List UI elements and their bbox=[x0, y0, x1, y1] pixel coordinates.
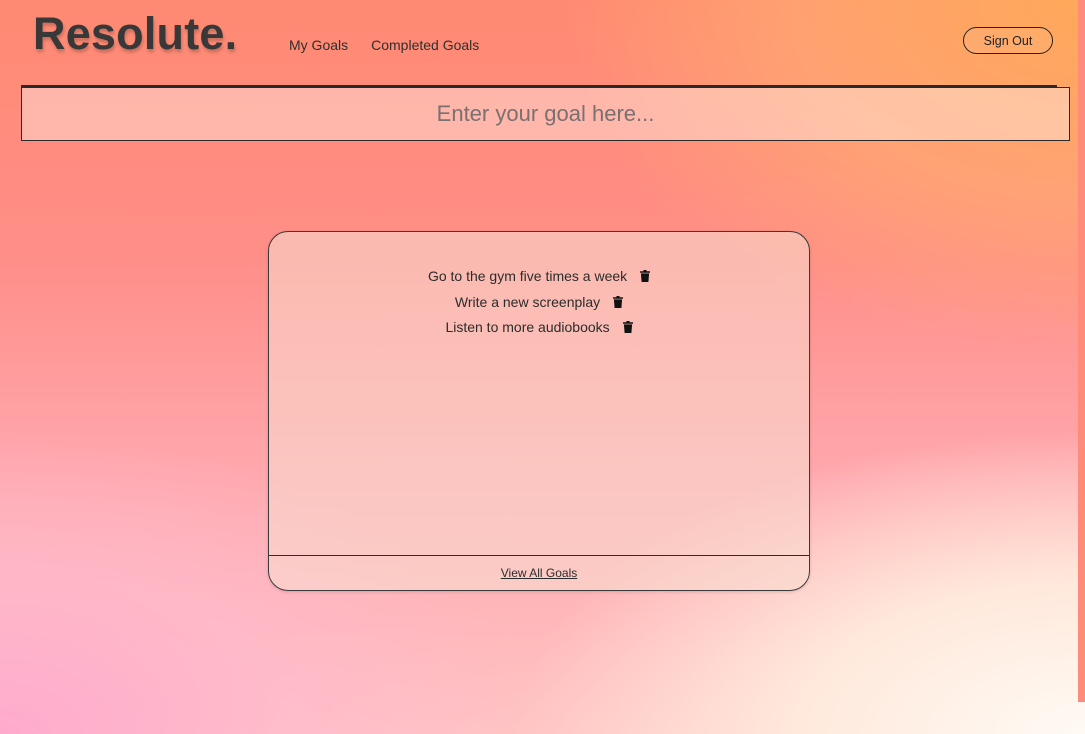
trash-icon[interactable] bbox=[613, 295, 624, 308]
goal-text: Listen to more audiobooks bbox=[445, 319, 610, 336]
goal-item: Listen to more audiobooks bbox=[269, 316, 809, 342]
view-all-goals-link[interactable]: View All Goals bbox=[269, 566, 809, 580]
card-divider bbox=[269, 555, 809, 556]
page-edge-strip bbox=[1078, 0, 1085, 702]
trash-icon[interactable] bbox=[640, 270, 651, 283]
nav-completed-goals[interactable]: Completed Goals bbox=[371, 37, 479, 53]
goal-item: Go to the gym five times a week bbox=[269, 265, 809, 291]
goal-text: Go to the gym five times a week bbox=[427, 268, 628, 285]
goal-input[interactable] bbox=[21, 87, 1070, 141]
goal-text: Write a new screenplay bbox=[454, 293, 601, 310]
trash-icon[interactable] bbox=[622, 321, 633, 334]
sign-out-button[interactable]: Sign Out bbox=[963, 27, 1053, 54]
main-nav: My Goals Completed Goals bbox=[289, 37, 479, 53]
goal-list: Go to the gym five times a week Write a … bbox=[269, 265, 809, 342]
goals-card: Go to the gym five times a week Write a … bbox=[268, 231, 810, 591]
goal-item: Write a new screenplay bbox=[269, 291, 809, 317]
logo: Resolute. bbox=[33, 8, 238, 59]
nav-my-goals[interactable]: My Goals bbox=[289, 37, 348, 53]
